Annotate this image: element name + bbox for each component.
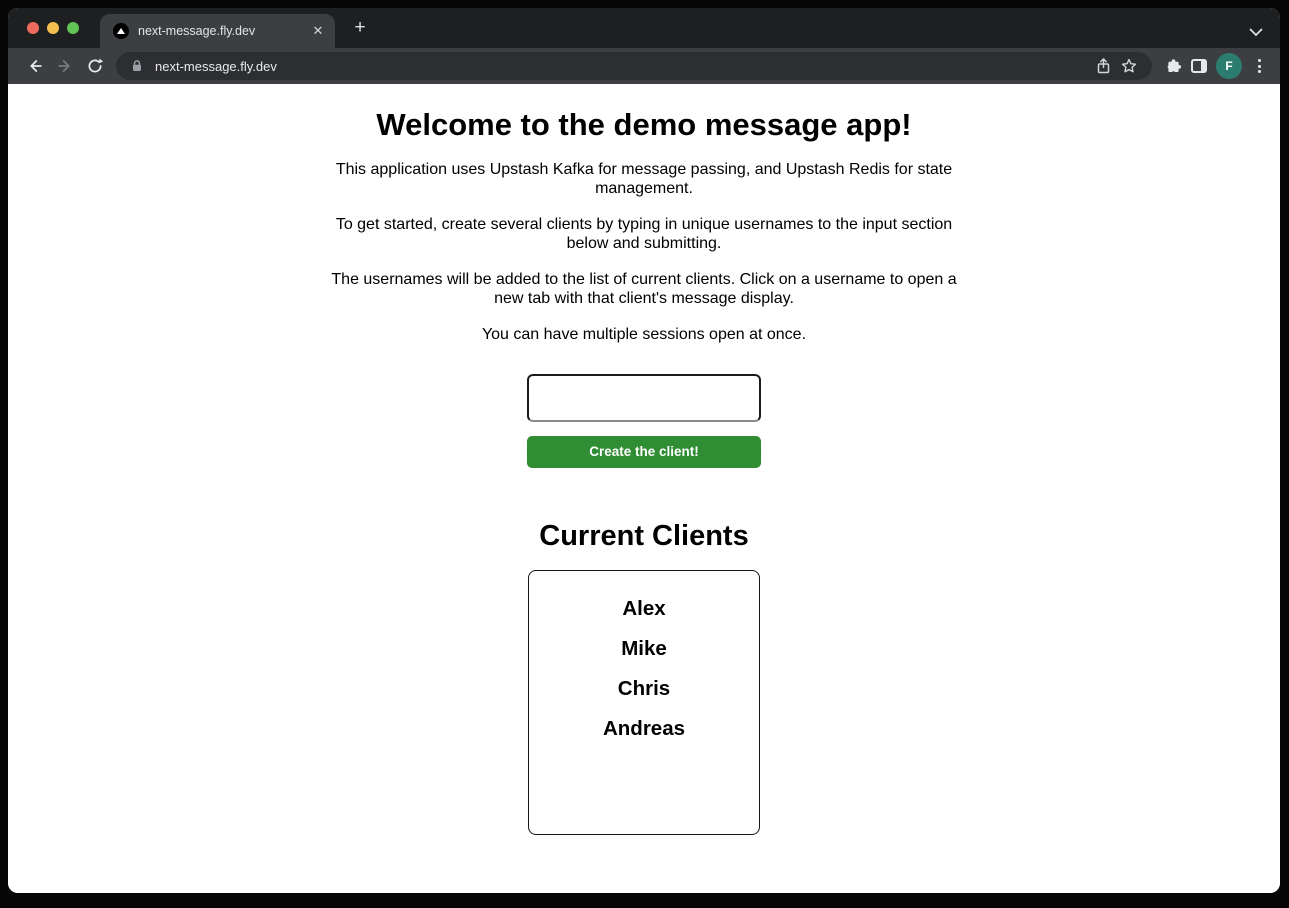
side-panel-button[interactable] bbox=[1186, 53, 1212, 79]
close-window-button[interactable] bbox=[27, 22, 39, 34]
clients-list: Alex Mike Chris Andreas bbox=[528, 570, 760, 835]
star-icon bbox=[1120, 57, 1138, 75]
clients-heading: Current Clients bbox=[8, 520, 1280, 553]
site-favicon-icon bbox=[113, 23, 129, 39]
forward-button[interactable] bbox=[50, 52, 80, 80]
page-title: Welcome to the demo message app! bbox=[8, 107, 1280, 143]
client-name[interactable]: Mike bbox=[529, 638, 759, 659]
create-client-button[interactable]: Create the client! bbox=[527, 436, 761, 468]
zoom-window-button[interactable] bbox=[67, 22, 79, 34]
kebab-icon bbox=[1258, 59, 1261, 73]
chevron-down-icon bbox=[1249, 28, 1263, 37]
extensions-button[interactable] bbox=[1160, 53, 1186, 79]
intro-paragraph-2: To get started, create several clients b… bbox=[326, 216, 962, 253]
tab-strip: next-message.fly.dev ✕ + bbox=[8, 8, 1280, 48]
client-name[interactable]: Chris bbox=[529, 678, 759, 699]
browser-tab[interactable]: next-message.fly.dev ✕ bbox=[100, 14, 335, 48]
page-content: Welcome to the demo message app! This ap… bbox=[8, 84, 1280, 893]
bookmark-button[interactable] bbox=[1116, 53, 1142, 79]
back-icon bbox=[26, 57, 44, 75]
client-name[interactable]: Alex bbox=[529, 598, 759, 619]
share-button[interactable] bbox=[1090, 53, 1116, 79]
puzzle-icon bbox=[1165, 58, 1182, 75]
reload-button[interactable] bbox=[80, 52, 110, 80]
username-input[interactable] bbox=[527, 374, 761, 422]
traffic-lights bbox=[27, 22, 79, 34]
menu-button[interactable] bbox=[1246, 53, 1272, 79]
browser-window: next-message.fly.dev ✕ + bbox=[8, 8, 1280, 893]
intro-paragraph-1: This application uses Upstash Kafka for … bbox=[326, 161, 962, 198]
intro-paragraph-4: You can have multiple sessions open at o… bbox=[326, 326, 962, 345]
back-button[interactable] bbox=[20, 52, 50, 80]
tab-search-button[interactable] bbox=[1249, 24, 1263, 42]
forward-icon bbox=[56, 57, 74, 75]
reload-icon bbox=[86, 57, 104, 75]
create-client-form: Create the client! bbox=[8, 374, 1280, 468]
minimize-window-button[interactable] bbox=[47, 22, 59, 34]
address-bar[interactable]: next-message.fly.dev bbox=[116, 52, 1152, 80]
url-text: next-message.fly.dev bbox=[155, 59, 1090, 74]
share-icon bbox=[1095, 57, 1112, 75]
intro-paragraph-3: The usernames will be added to the list … bbox=[326, 271, 962, 308]
tab-title: next-message.fly.dev bbox=[138, 24, 309, 38]
lock-icon bbox=[129, 58, 145, 74]
client-name[interactable]: Andreas bbox=[529, 718, 759, 739]
tab-close-button[interactable]: ✕ bbox=[309, 22, 327, 40]
toolbar: next-message.fly.dev F bbox=[8, 48, 1280, 84]
profile-avatar[interactable]: F bbox=[1216, 53, 1242, 79]
new-tab-button[interactable]: + bbox=[349, 17, 371, 39]
side-panel-icon bbox=[1191, 59, 1207, 73]
